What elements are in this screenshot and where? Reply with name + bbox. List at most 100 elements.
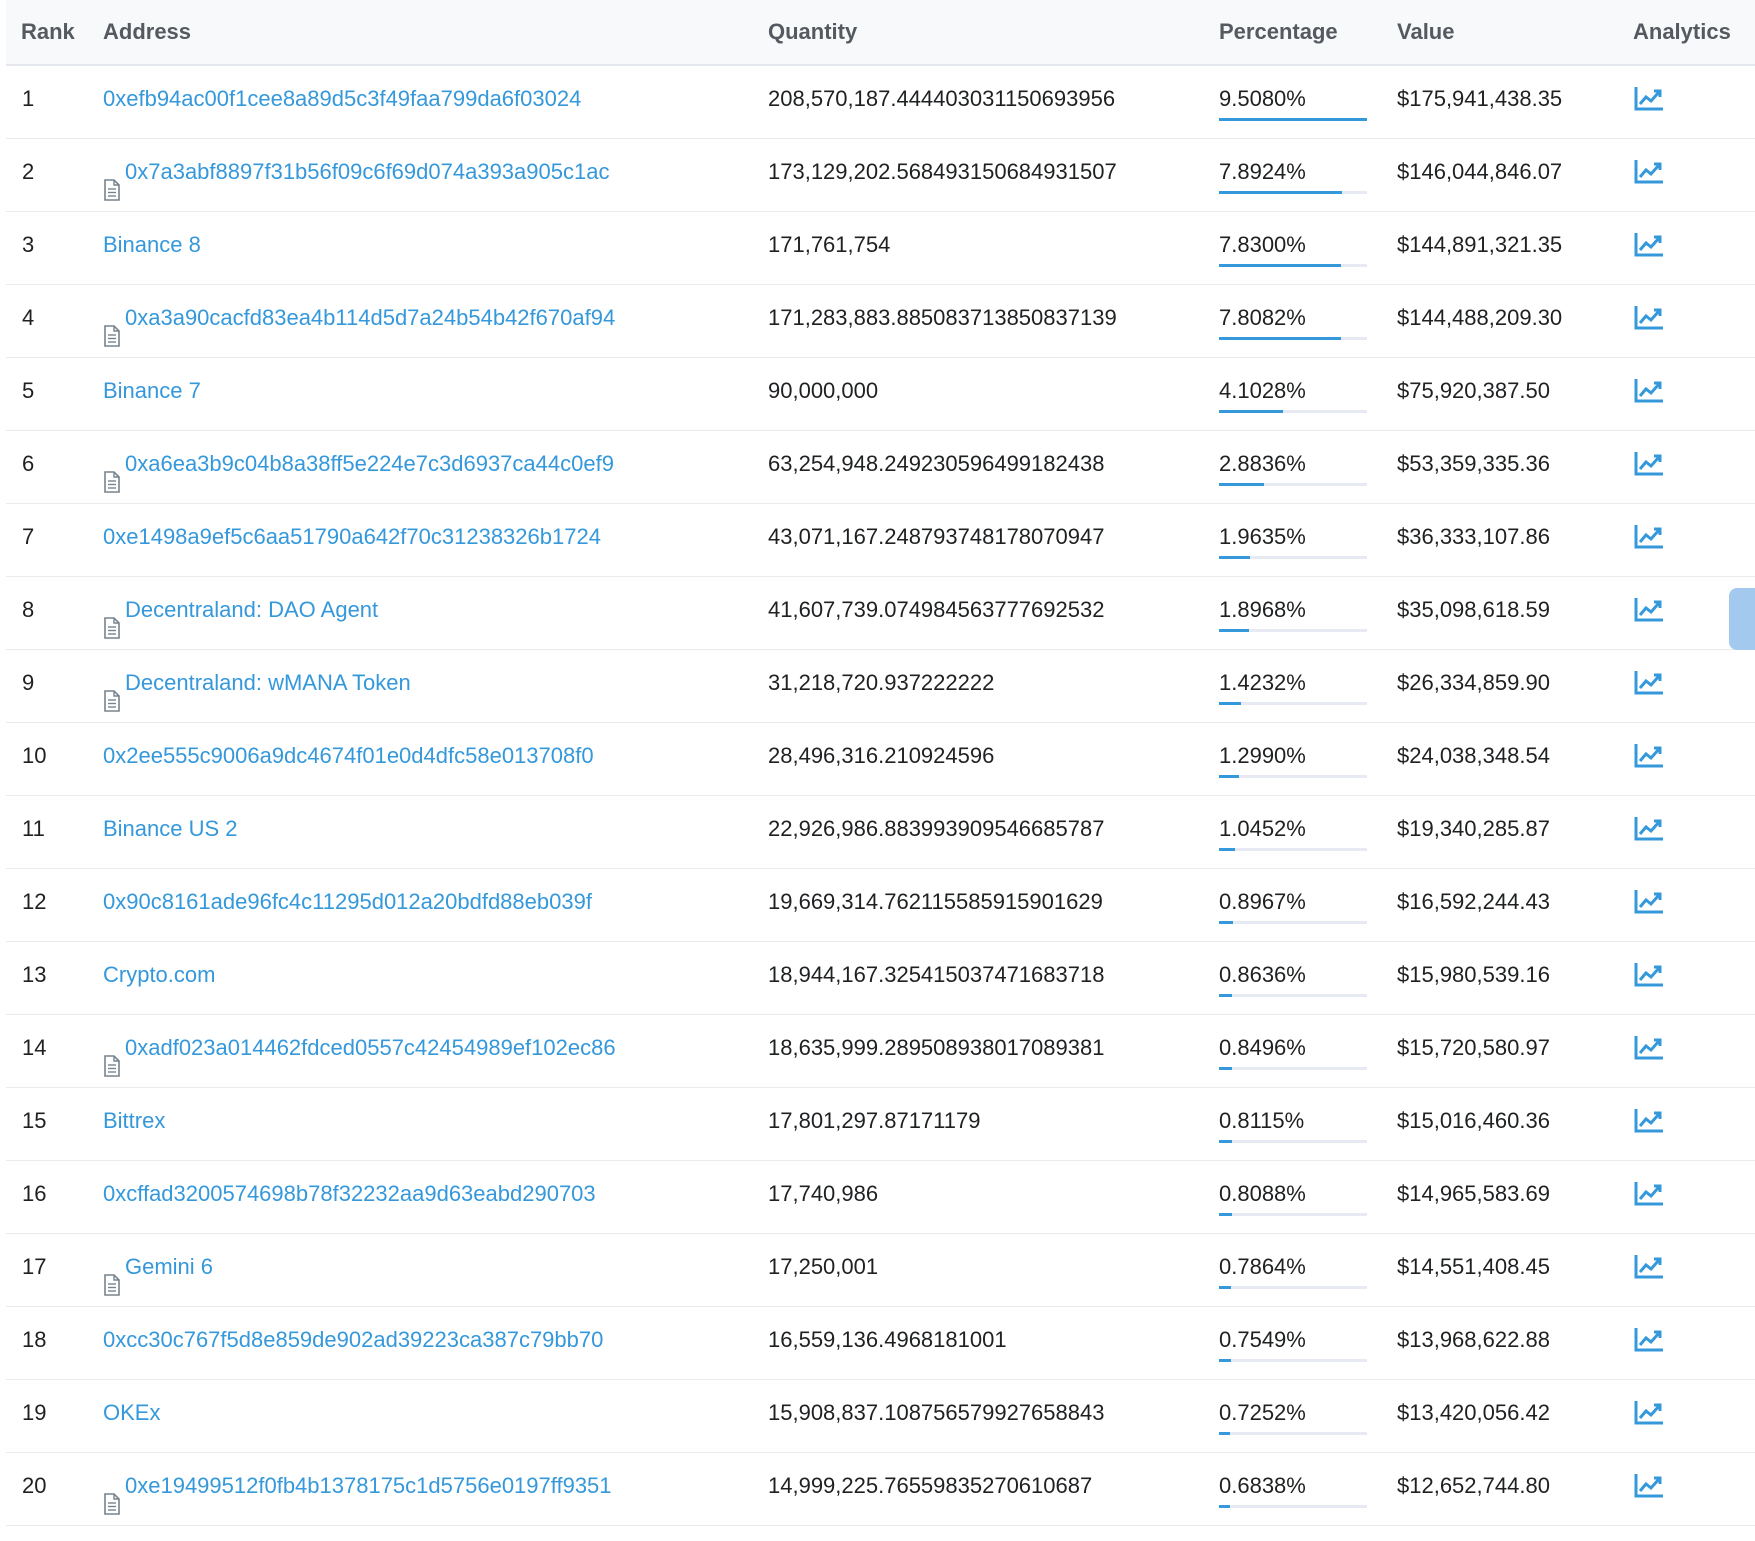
address-link[interactable]: 0x7a3abf8897f31b56f09c6f69d074a393a905c1… <box>103 139 609 205</box>
address-link[interactable]: 0xadf023a014462fdced0557c42454989ef102ec… <box>103 1015 616 1081</box>
percentage-cell: 0.7549% <box>1219 1307 1367 1379</box>
chart-line-icon[interactable] <box>1633 1180 1665 1208</box>
percentage-text: 1.0452% <box>1219 816 1306 841</box>
contract-document-icon <box>103 1475 121 1515</box>
address-link[interactable]: Binance US 2 <box>103 796 238 862</box>
chart-line-icon[interactable] <box>1633 1107 1665 1135</box>
address-link[interactable]: 0xcffad3200574698b78f32232aa9d63eabd2907… <box>103 1161 596 1227</box>
quantity-cell: 16,559,136.4968181001 <box>768 1327 1007 1352</box>
value-cell: $175,941,438.35 <box>1397 86 1563 111</box>
percentage-cell: 1.9635% <box>1219 504 1367 576</box>
address-cell: 0x7a3abf8897f31b56f09c6f69d074a393a905c1… <box>103 139 609 205</box>
address-link[interactable]: Decentraland: wMANA Token <box>103 650 411 716</box>
address-link[interactable]: 0xe1498a9ef5c6aa51790a642f70c31238326b17… <box>103 504 601 570</box>
chart-line-icon[interactable] <box>1633 1034 1665 1062</box>
percentage-bar-fill <box>1219 921 1233 924</box>
percentage-text: 1.8968% <box>1219 597 1306 622</box>
address-link[interactable]: Decentraland: DAO Agent <box>103 577 378 643</box>
table-row: 6 0xa6ea3b9c04b8a38ff5e224e7c3d6937ca44c0… <box>6 431 1755 504</box>
chart-line-icon[interactable] <box>1633 85 1665 113</box>
percentage-text: 0.7549% <box>1219 1327 1306 1352</box>
percentage-bar-fill <box>1219 118 1367 121</box>
chart-line-icon[interactable] <box>1633 523 1665 551</box>
percentage-cell: 7.8924% <box>1219 139 1367 211</box>
address-link[interactable]: Binance 7 <box>103 358 201 424</box>
chart-line-icon[interactable] <box>1633 1399 1665 1427</box>
percentage-bar-track <box>1219 191 1367 194</box>
value-cell: $14,965,583.69 <box>1397 1181 1550 1206</box>
quantity-cell: 19,669,314.762115585915901629 <box>768 889 1103 914</box>
chart-line-icon[interactable] <box>1633 815 1665 843</box>
address-link[interactable]: Binance 8 <box>103 212 201 278</box>
contract-document-icon <box>103 307 121 347</box>
chart-line-icon[interactable] <box>1633 158 1665 186</box>
address-link[interactable]: OKEx <box>103 1380 160 1446</box>
chart-line-icon[interactable] <box>1633 961 1665 989</box>
table-header: Rank Address Quantity Percentage Value A… <box>6 0 1755 66</box>
quantity-cell: 171,283,883.885083713850837139 <box>768 305 1117 330</box>
quantity-cell: 18,944,167.325415037471683718 <box>768 962 1105 987</box>
quantity-cell: 17,740,986 <box>768 1181 879 1206</box>
chart-line-icon[interactable] <box>1633 596 1665 624</box>
percentage-bar-fill <box>1219 1067 1233 1070</box>
contract-document-icon <box>103 453 121 493</box>
percentage-text: 1.4232% <box>1219 670 1306 695</box>
holders-table: Rank Address Quantity Percentage Value A… <box>6 0 1755 1526</box>
chart-line-icon[interactable] <box>1633 1253 1665 1281</box>
rank-cell: 8 <box>22 597 35 622</box>
percentage-bar-fill <box>1219 1140 1232 1143</box>
side-feedback-tab[interactable] <box>1729 588 1755 650</box>
contract-document-icon <box>103 1037 121 1077</box>
percentage-bar-fill <box>1219 1505 1230 1508</box>
address-text: 0x90c8161ade96fc4c11295d012a20bdfd88eb03… <box>103 889 592 914</box>
address-text: 0xcc30c767f5d8e859de902ad39223ca387c79bb… <box>103 1327 604 1352</box>
chart-line-icon[interactable] <box>1633 1326 1665 1354</box>
address-text: 0xadf023a014462fdced0557c42454989ef102ec… <box>125 1035 616 1060</box>
address-text: Binance US 2 <box>103 816 238 841</box>
chart-line-icon[interactable] <box>1633 450 1665 478</box>
percentage-text: 0.8636% <box>1219 962 1306 987</box>
percentage-bar-track <box>1219 264 1367 267</box>
chart-line-icon[interactable] <box>1633 304 1665 332</box>
chart-line-icon[interactable] <box>1633 231 1665 259</box>
address-cell: Decentraland: DAO Agent <box>103 577 378 643</box>
percentage-bar-track <box>1219 775 1367 778</box>
address-link[interactable]: 0xcc30c767f5d8e859de902ad39223ca387c79bb… <box>103 1307 603 1373</box>
chart-line-icon[interactable] <box>1633 888 1665 916</box>
address-link[interactable]: Gemini 6 <box>103 1234 213 1300</box>
quantity-cell: 41,607,739.074984563777692532 <box>768 597 1105 622</box>
percentage-bar-track <box>1219 1505 1367 1508</box>
percentage-bar-fill <box>1219 1359 1231 1362</box>
address-link[interactable]: 0x90c8161ade96fc4c11295d012a20bdfd88eb03… <box>103 869 592 935</box>
percentage-bar-track <box>1219 994 1367 997</box>
percentage-text: 0.8967% <box>1219 889 1306 914</box>
address-link[interactable]: 0xe19499512f0fb4b1378175c1d5756e0197ff93… <box>103 1453 612 1519</box>
address-link[interactable]: 0xa6ea3b9c04b8a38ff5e224e7c3d6937ca44c0e… <box>103 431 614 497</box>
value-cell: $24,038,348.54 <box>1397 743 1550 768</box>
chart-line-icon[interactable] <box>1633 742 1665 770</box>
quantity-cell: 208,570,187.444403031150693956 <box>768 86 1116 111</box>
percentage-bar-fill <box>1219 337 1341 340</box>
chart-line-icon[interactable] <box>1633 377 1665 405</box>
quantity-cell: 63,254,948.249230596499182438 <box>768 451 1105 476</box>
address-link[interactable]: 0xefb94ac00f1cee8a89d5c3f49faa799da6f030… <box>103 66 581 132</box>
chart-line-icon[interactable] <box>1633 669 1665 697</box>
quantity-cell: 31,218,720.937222222 <box>768 670 995 695</box>
percentage-bar-track <box>1219 410 1367 413</box>
address-cell: 0xadf023a014462fdced0557c42454989ef102ec… <box>103 1015 616 1081</box>
address-link[interactable]: Bittrex <box>103 1088 165 1154</box>
rank-cell: 7 <box>22 524 35 549</box>
rank-cell: 4 <box>22 305 35 330</box>
address-link[interactable]: 0xa3a90cacfd83ea4b114d5d7a24b54b42f670af… <box>103 285 615 351</box>
chart-line-icon[interactable] <box>1633 1472 1665 1500</box>
address-link[interactable]: 0x2ee555c9006a9dc4674f01e0d4dfc58e013708… <box>103 723 594 789</box>
contract-document-icon <box>103 161 121 201</box>
address-text: Decentraland: wMANA Token <box>125 670 411 695</box>
percentage-bar-track <box>1219 1432 1367 1435</box>
percentage-cell: 0.7864% <box>1219 1234 1367 1306</box>
percentage-bar-fill <box>1219 1213 1232 1216</box>
table-row: 1 0xefb94ac00f1cee8a89d5c3f49faa799da6f03… <box>6 66 1755 139</box>
rank-cell: 3 <box>22 232 35 257</box>
address-link[interactable]: Crypto.com <box>103 942 215 1008</box>
address-text: Binance 7 <box>103 378 201 403</box>
